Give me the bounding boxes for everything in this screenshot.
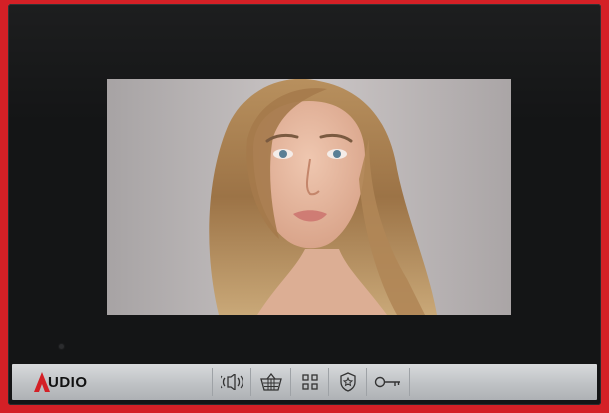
basket-icon bbox=[259, 373, 282, 391]
brand-logo: UDIO bbox=[34, 370, 104, 394]
camera-feed-image bbox=[107, 79, 511, 315]
basket-button[interactable] bbox=[250, 368, 290, 396]
speaker-icon bbox=[220, 374, 243, 390]
shield-star-icon bbox=[339, 372, 356, 392]
video-screen bbox=[107, 79, 511, 315]
brand-name: UDIO bbox=[48, 374, 88, 391]
unlock-button[interactable] bbox=[366, 368, 410, 396]
control-buttons bbox=[212, 368, 410, 396]
grid-menu-icon bbox=[301, 374, 318, 390]
security-button[interactable] bbox=[328, 368, 366, 396]
intercom-monitor: UDIO bbox=[8, 4, 601, 405]
speaker-button[interactable] bbox=[212, 368, 250, 396]
camera-sensor-dot bbox=[59, 344, 64, 349]
control-panel: UDIO bbox=[12, 364, 597, 400]
key-icon bbox=[374, 376, 400, 388]
menu-button[interactable] bbox=[290, 368, 328, 396]
